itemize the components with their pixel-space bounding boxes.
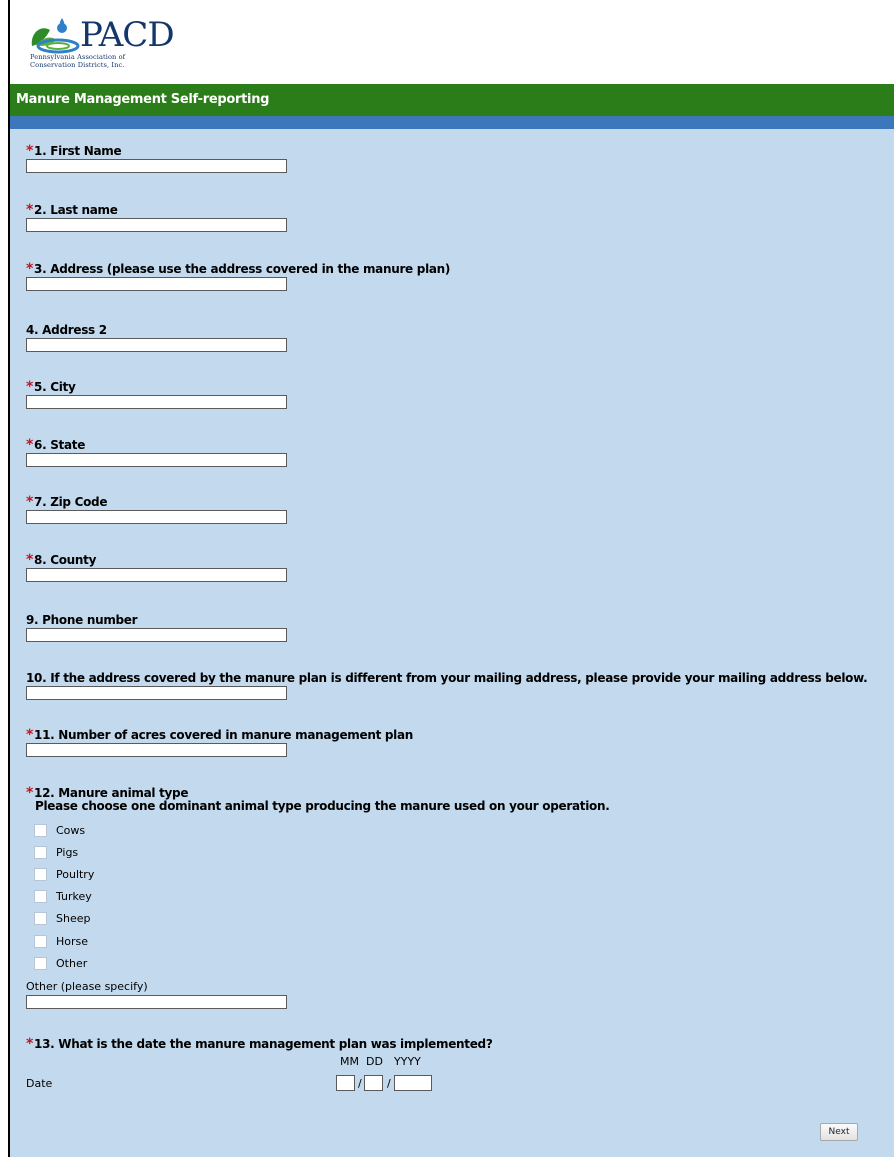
required-asterisk-icon: * — [26, 494, 34, 510]
question-label: 3. Address (please use the address cover… — [34, 262, 451, 276]
question-manure-animal-type: *12. Manure animal type Please choose on… — [26, 785, 610, 813]
question-label: 2. Last name — [34, 203, 118, 217]
question-label: 4. Address 2 — [26, 323, 107, 337]
question-label: 11. Number of acres covered in manure ma… — [34, 728, 414, 742]
question-label: 10. If the address covered by the manure… — [26, 671, 868, 685]
question-zip-code: *7. Zip Code — [26, 495, 287, 524]
pacd-logo: PACD Pennsylvania Association of Conserv… — [26, 14, 186, 70]
required-asterisk-icon: * — [26, 785, 34, 801]
question-phone-number: 9. Phone number — [26, 613, 287, 642]
question-last-name: *2. Last name — [26, 203, 287, 232]
question-label: 7. Zip Code — [34, 495, 108, 509]
required-asterisk-icon: * — [26, 143, 34, 159]
question-acres: *11. Number of acres covered in manure m… — [26, 728, 413, 757]
survey-frame: PACD Pennsylvania Association of Conserv… — [8, 0, 894, 1157]
question-address: *3. Address (please use the address cove… — [26, 262, 450, 291]
next-button[interactable]: Next — [820, 1123, 858, 1141]
required-asterisk-icon: * — [26, 437, 34, 453]
question-city: *5. City — [26, 380, 287, 409]
other-specify-label: Other (please specify) — [26, 980, 148, 993]
conservation-leaf-logo-icon — [31, 18, 80, 54]
date-separator: / — [358, 1077, 362, 1090]
checkbox-other[interactable] — [34, 957, 47, 970]
option-label: Other — [56, 957, 88, 970]
option-label: Sheep — [56, 912, 91, 925]
question-label: 12. Manure animal type — [34, 786, 189, 800]
question-county: *8. County — [26, 553, 287, 582]
checkbox-poultry[interactable] — [34, 868, 47, 881]
logo-wordmark: PACD — [80, 15, 175, 55]
checkbox-pigs[interactable] — [34, 846, 47, 859]
year-header: YYYY — [394, 1055, 421, 1068]
option-label: Horse — [56, 935, 89, 948]
logo-subtitle-line-2: Conservation Districts, Inc. — [30, 60, 125, 69]
address-2-input[interactable] — [26, 338, 287, 352]
checkbox-cows[interactable] — [34, 824, 47, 837]
state-input[interactable] — [26, 453, 287, 467]
question-state: *6. State — [26, 438, 287, 467]
option-label: Turkey — [56, 890, 92, 903]
year-input[interactable] — [394, 1075, 432, 1091]
required-asterisk-icon: * — [26, 202, 34, 218]
question-implementation-date: *13. What is the date the manure managem… — [26, 1037, 493, 1051]
date-row-label: Date — [26, 1077, 53, 1090]
accent-strip — [10, 116, 894, 129]
checkbox-horse[interactable] — [34, 935, 47, 948]
date-separator: / — [387, 1077, 391, 1090]
question-label: 13. What is the date the manure manageme… — [34, 1037, 493, 1051]
option-label: Pigs — [56, 846, 79, 859]
form-title: Manure Management Self-reporting — [16, 92, 270, 107]
question-mailing-address: 10. If the address covered by the manure… — [26, 671, 868, 700]
option-label: Cows — [56, 824, 86, 837]
logo-bar: PACD Pennsylvania Association of Conserv… — [10, 0, 894, 84]
county-input[interactable] — [26, 568, 287, 582]
required-asterisk-icon: * — [26, 379, 34, 395]
mailing-address-input[interactable] — [26, 686, 287, 700]
address-input[interactable] — [26, 277, 287, 291]
logo-subtitle: Pennsylvania Association of Conservation… — [30, 53, 220, 69]
month-header: MM — [340, 1055, 359, 1068]
day-input[interactable] — [364, 1075, 383, 1091]
other-specify-field: Other (please specify) — [26, 980, 287, 1009]
acres-input[interactable] — [26, 743, 287, 757]
last-name-input[interactable] — [26, 218, 287, 232]
question-sublabel: Please choose one dominant animal type p… — [35, 799, 610, 813]
month-input[interactable] — [336, 1075, 355, 1091]
question-label: 9. Phone number — [26, 613, 138, 627]
phone-number-input[interactable] — [26, 628, 287, 642]
question-label: 6. State — [34, 438, 86, 452]
question-first-name: *1. First Name — [26, 144, 287, 173]
first-name-input[interactable] — [26, 159, 287, 173]
question-label: 8. County — [34, 553, 97, 567]
zip-code-input[interactable] — [26, 510, 287, 524]
city-input[interactable] — [26, 395, 287, 409]
checkbox-sheep[interactable] — [34, 912, 47, 925]
other-specify-input[interactable] — [26, 995, 287, 1009]
required-asterisk-icon: * — [26, 727, 34, 743]
required-asterisk-icon: * — [26, 261, 34, 277]
question-address-2: 4. Address 2 — [26, 323, 287, 352]
required-asterisk-icon: * — [26, 552, 34, 568]
checkbox-turkey[interactable] — [34, 890, 47, 903]
form-title-bar: Manure Management Self-reporting — [10, 84, 894, 116]
day-header: DD — [366, 1055, 383, 1068]
question-label: 5. City — [34, 380, 76, 394]
option-label: Poultry — [56, 868, 95, 881]
required-asterisk-icon: * — [26, 1036, 34, 1052]
question-label: 1. First Name — [34, 144, 122, 158]
